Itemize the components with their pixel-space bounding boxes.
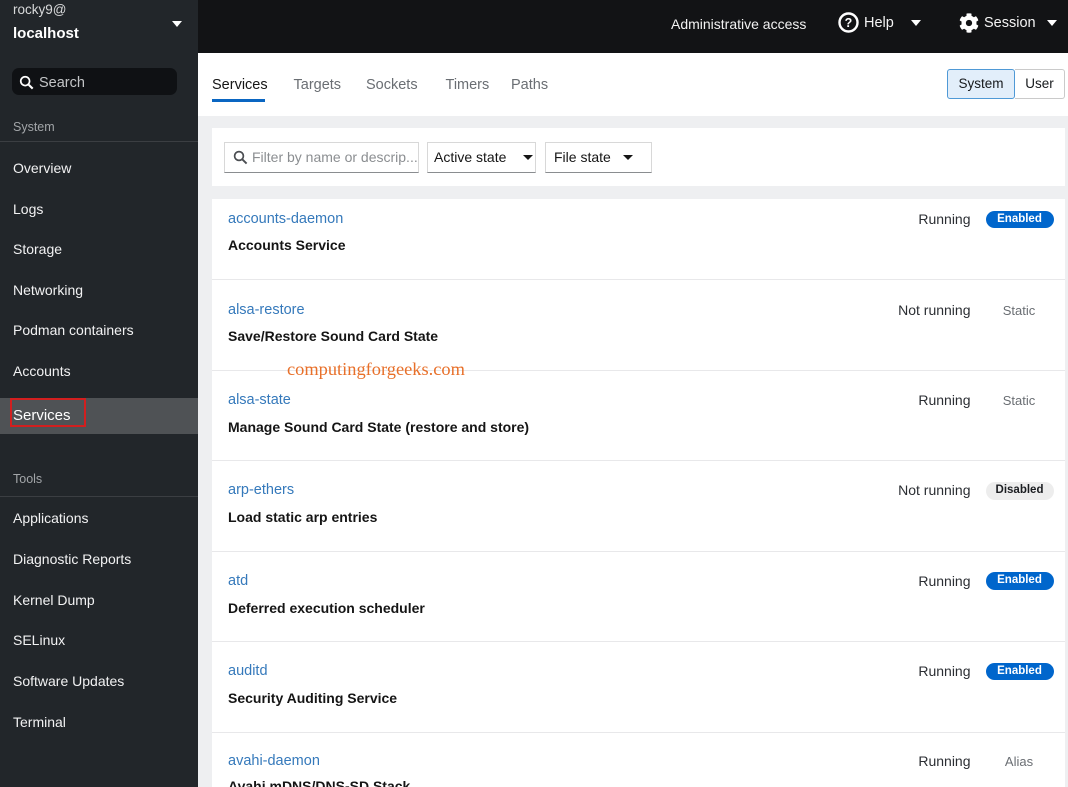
svg-text:?: ? [845, 16, 853, 30]
